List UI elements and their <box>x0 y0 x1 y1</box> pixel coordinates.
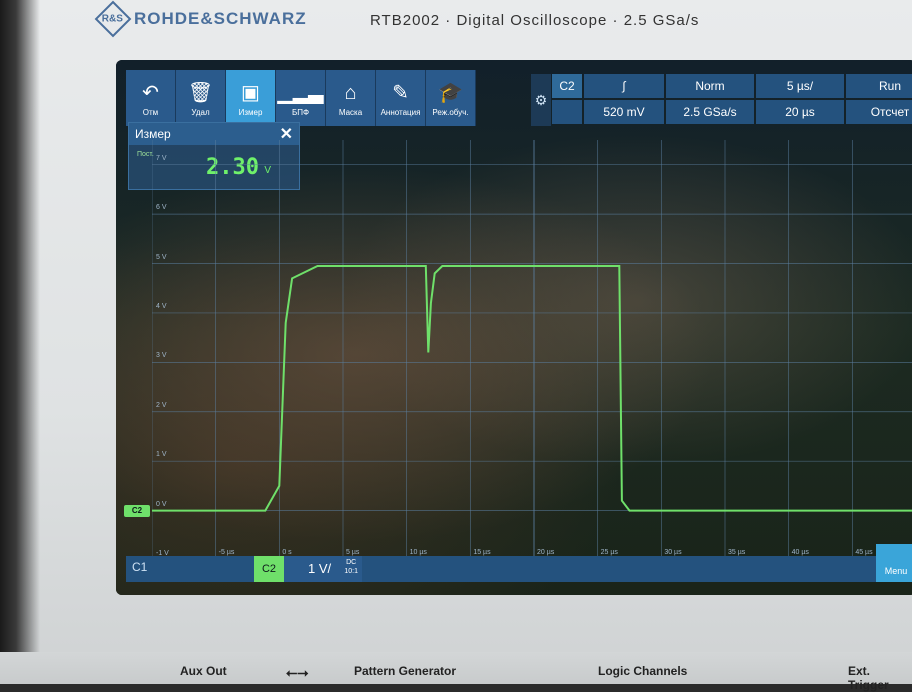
model-name: RTB2002 <box>370 12 441 29</box>
run-state[interactable]: Run <box>846 74 912 98</box>
brand-name: ROHDE&SCHWARZ <box>134 9 307 28</box>
waveform-trace <box>152 265 912 512</box>
channel-bar-fill <box>362 556 912 582</box>
brand: R&S ROHDE&SCHWARZ <box>94 0 307 38</box>
x-tick-label: 25 µs <box>600 549 618 556</box>
brand-logo-letters: R&S <box>102 13 124 25</box>
toolbar: ↶ Отм 🗑 Удал ▣ Измер ▁▂▃ БПФ ⌂ Маска ✎ Аннотация 🎓 Ре… <box>126 70 476 126</box>
bezel-shadow <box>0 0 40 684</box>
y-tick-label: 6 V <box>156 204 167 212</box>
tool-button-4[interactable]: ⌂ Маска <box>326 70 376 126</box>
gear-icon[interactable]: ⚙ <box>531 74 551 126</box>
sample-rate[interactable]: 2.5 GSa/s <box>666 100 754 124</box>
x-tick-label: 20 µs <box>537 549 555 556</box>
front-panel-labels: Aux Out ⭠⭢ Pattern Generator Logic Chann… <box>0 652 912 692</box>
measure-icon: ▣ <box>241 81 260 104</box>
channel-c2[interactable]: C2 <box>254 556 284 582</box>
model-line: RTB2002 · Digital Oscilloscope · 2.5 GSa… <box>370 12 700 29</box>
tool-button-5[interactable]: ✎ Аннотация <box>376 70 426 126</box>
x-tick-label: 30 µs <box>664 549 682 556</box>
channel-marker: C2 <box>124 505 150 517</box>
tool-button-6[interactable]: 🎓 Реж.обуч. <box>426 70 476 126</box>
trigger-settings: C2 ∫ Norm 5 µs/ Run 520 mV 2.5 GSa/s 20 … <box>552 74 912 124</box>
pencil-icon: ✎ <box>392 81 409 104</box>
y-tick-label: 0 V <box>156 500 167 508</box>
probe-ratio: 10:1 <box>344 568 358 575</box>
tool-label: Аннотация <box>380 107 421 117</box>
y-tick-label: 4 V <box>156 302 167 310</box>
tool-button-2[interactable]: ▣ Измер <box>226 70 276 126</box>
waveform-svg <box>152 140 912 560</box>
model-description: Digital Oscilloscope <box>456 12 608 29</box>
channel-scale[interactable]: 1 V/ DC 10:1 <box>284 556 362 582</box>
mask-icon: ⌂ <box>344 81 357 104</box>
logic-channels-label: Logic Channels <box>598 664 688 678</box>
y-tick-label: 2 V <box>156 401 167 409</box>
trigger-channel[interactable]: C2 <box>552 74 582 98</box>
ext-trigger-label: Ext. Trigger <box>848 664 889 692</box>
time-position[interactable]: 20 µs <box>756 100 844 124</box>
y-tick-label: 7 V <box>156 154 167 162</box>
tool-label: Маска <box>338 107 363 117</box>
y-tick-label: 1 V <box>156 451 167 459</box>
scale-value: 1 V/ <box>308 561 332 576</box>
coupling: DC <box>346 559 357 566</box>
x-tick-label: -5 µs <box>218 549 235 556</box>
trigger-slope[interactable]: ∫ <box>584 74 664 98</box>
tool-label: Реж.обуч. <box>432 107 469 117</box>
trigger-level[interactable]: 520 mV <box>584 100 664 124</box>
usb-icon: ⭠⭢ <box>286 664 309 680</box>
trigger-mode[interactable]: Norm <box>666 74 754 98</box>
undo-icon: ↶ <box>142 81 159 104</box>
x-tick-label: 45 µs <box>855 549 873 556</box>
x-tick-label: 0 s <box>282 549 292 556</box>
tool-label: Измер <box>238 107 263 117</box>
x-tick-label: 40 µs <box>791 549 809 556</box>
coupling-box: DC 10:1 <box>344 558 358 576</box>
channel-bar: C1 C2 1 V/ DC 10:1 <box>126 556 912 582</box>
x-tick-label: 15 µs <box>473 549 491 556</box>
menu-button[interactable]: Menu <box>876 544 912 582</box>
x-tick-label: 10 µs <box>409 549 427 556</box>
measurement-title: Измер <box>135 127 171 141</box>
aux-out-label: Aux Out <box>180 664 227 678</box>
y-tick-label: 5 V <box>156 253 167 261</box>
scope-screen: ↶ Отм 🗑 Удал ▣ Измер ▁▂▃ БПФ ⌂ Маска ✎ Аннотация 🎓 Ре… <box>116 60 912 595</box>
channel-c1[interactable]: C1 <box>126 556 254 582</box>
brand-logo-icon: R&S <box>94 0 132 38</box>
tool-button-3[interactable]: ▁▂▃ БПФ <box>276 70 326 126</box>
trash-icon: 🗑 <box>187 81 214 104</box>
tool-button-1[interactable]: 🗑 Удал <box>176 70 226 126</box>
pattern-generator-label: Pattern Generator <box>354 664 457 678</box>
time-div[interactable]: 5 µs/ <box>756 74 844 98</box>
y-tick-label: 3 V <box>156 352 167 360</box>
acquisition-label[interactable]: Отсчет <box>846 100 912 124</box>
x-tick-label: 35 µs <box>728 549 746 556</box>
education-icon: 🎓 <box>438 81 463 104</box>
tool-label: Отм <box>142 107 159 117</box>
tool-button-0[interactable]: ↶ Отм <box>126 70 176 126</box>
trigger-level-spacer <box>552 100 582 124</box>
model-rate: 2.5 GSa/s <box>623 12 700 29</box>
waveform-plot[interactable]: 7 V6 V5 V4 V3 V2 V1 V0 V -1 V -5 µs 0 s5 µ… <box>152 140 912 560</box>
tool-label: Удал <box>191 107 210 117</box>
tool-label: БПФ <box>291 107 310 117</box>
fft-icon: ▁▂▃ <box>277 81 324 104</box>
x-tick-label: 5 µs <box>346 549 360 556</box>
